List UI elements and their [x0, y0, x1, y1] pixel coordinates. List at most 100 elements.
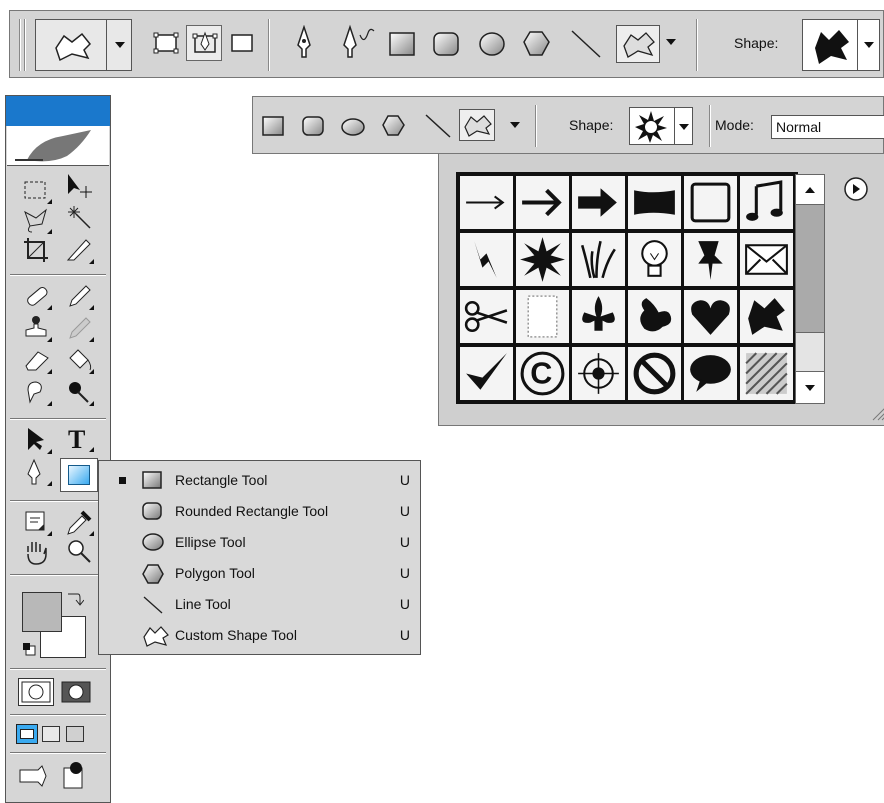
shape-picker-button[interactable] — [802, 19, 880, 71]
polygon-icon[interactable] — [522, 30, 552, 58]
shape-swatch-blob[interactable] — [740, 290, 793, 343]
default-colors-icon[interactable] — [22, 642, 36, 656]
menu-item-rounded-rectangle[interactable]: Rounded Rectangle Tool U — [99, 496, 420, 527]
standard-screen-mode-button[interactable] — [16, 724, 38, 744]
crop-tool[interactable] — [22, 236, 52, 264]
ellipse-icon[interactable] — [341, 117, 367, 137]
paint-bucket-tool[interactable] — [64, 346, 94, 374]
scroll-thumb[interactable] — [796, 205, 824, 333]
full-screen-menu-mode-button[interactable] — [42, 726, 60, 742]
full-screen-mode-button[interactable] — [66, 726, 84, 742]
custom-shape-button[interactable] — [616, 25, 660, 63]
rounded-rectangle-icon[interactable] — [301, 115, 327, 137]
scroll-down-button[interactable] — [796, 371, 824, 403]
tool-preset-picker[interactable] — [35, 19, 132, 71]
toolbox-divider — [10, 668, 106, 670]
clone-stamp-tool[interactable] — [22, 314, 52, 342]
lightning-icon — [460, 233, 513, 286]
shape-swatch-no-symbol[interactable] — [628, 347, 681, 400]
chevron-down-icon[interactable] — [509, 121, 521, 129]
shape-swatch-arrow-bold[interactable] — [572, 176, 625, 229]
menu-item-ellipse[interactable]: Ellipse Tool U — [99, 527, 420, 558]
healing-brush-tool[interactable] — [22, 282, 52, 310]
fill-pixels-icon[interactable] — [230, 33, 254, 53]
shape-picker-button[interactable] — [629, 107, 693, 145]
slice-tool[interactable] — [64, 236, 94, 264]
foreground-color-swatch[interactable] — [22, 592, 62, 632]
shape-swatch-lightbulb[interactable] — [628, 233, 681, 286]
eyedropper-tool[interactable] — [64, 508, 94, 536]
menu-item-custom-shape[interactable]: Custom Shape Tool U — [99, 620, 420, 651]
shape-swatch-hatched-square[interactable] — [740, 347, 793, 400]
scroll-up-button[interactable] — [796, 175, 824, 205]
pen-icon[interactable] — [292, 25, 316, 63]
shape-swatch-target[interactable] — [572, 347, 625, 400]
shape-swatch-starburst[interactable] — [514, 231, 571, 288]
shape-swatch-grass[interactable] — [572, 233, 625, 286]
shape-swatch-fleur-de-lis[interactable] — [572, 290, 625, 343]
pen-tool[interactable] — [22, 458, 52, 486]
menu-item-rectangle[interactable]: Rectangle Tool U — [99, 465, 420, 496]
line-icon[interactable] — [423, 111, 453, 141]
zoom-tool[interactable] — [64, 538, 94, 566]
panel-menu-icon[interactable] — [843, 176, 869, 202]
shape-layers-icon[interactable] — [152, 31, 180, 55]
resize-grip-icon[interactable] — [869, 404, 884, 422]
shape-swatch-stamp-frame[interactable] — [516, 290, 569, 343]
shape-swatch-heart[interactable] — [684, 290, 737, 343]
rectangle-icon[interactable] — [388, 31, 418, 57]
jump-to-imageready-icon[interactable] — [16, 760, 86, 794]
lasso-tool[interactable] — [22, 206, 52, 234]
shape-swatch-lightning[interactable] — [460, 233, 513, 286]
shape-swatch-banner[interactable] — [628, 176, 681, 229]
shape-swatch-envelope[interactable] — [740, 233, 793, 286]
polygon-icon[interactable] — [381, 114, 407, 138]
divider — [535, 105, 537, 147]
shape-swatch-scissors[interactable] — [460, 290, 513, 343]
line-icon[interactable] — [568, 27, 604, 61]
type-tool[interactable]: T — [64, 424, 94, 454]
menu-item-line[interactable]: Line Tool U — [99, 589, 420, 620]
move-tool[interactable] — [64, 172, 94, 200]
path-selection-tool[interactable] — [22, 426, 52, 454]
shape-swatch-ornament[interactable] — [628, 290, 681, 343]
chevron-down-icon[interactable] — [857, 20, 880, 70]
shape-swatch-pushpin[interactable] — [684, 233, 737, 286]
shape-swatch-checkmark[interactable] — [460, 347, 513, 400]
quick-mask-mode-button[interactable] — [60, 680, 92, 704]
shape-swatch-arrow-thin[interactable] — [460, 176, 513, 229]
toolbox-logo[interactable] — [7, 126, 109, 166]
chevron-down-icon[interactable] — [674, 108, 693, 144]
toolbox-title-bar[interactable] — [6, 96, 110, 126]
notes-tool[interactable] — [22, 508, 52, 536]
history-brush-tool[interactable] — [64, 314, 94, 342]
magic-wand-tool[interactable] — [64, 202, 94, 230]
marquee-tool[interactable] — [22, 176, 52, 204]
eraser-tool[interactable] — [22, 346, 52, 374]
chevron-down-icon[interactable] — [106, 20, 132, 70]
freeform-pen-icon[interactable] — [338, 23, 378, 63]
ellipse-icon[interactable] — [478, 31, 508, 57]
menu-item-polygon[interactable]: Polygon Tool U — [99, 558, 420, 589]
shape-swatch-speech-bubble[interactable] — [684, 347, 737, 400]
rectangle-icon[interactable] — [261, 115, 287, 137]
shape-swatch-arrow-medium[interactable] — [516, 176, 569, 229]
swap-colors-icon[interactable] — [66, 590, 84, 608]
brush-tool[interactable] — [64, 282, 94, 310]
toolbox-divider — [10, 500, 106, 502]
standard-mode-button[interactable] — [18, 678, 54, 706]
smudge-tool[interactable] — [22, 378, 52, 406]
shape-swatch-music-note[interactable] — [740, 176, 793, 229]
shape-swatch-frame[interactable] — [684, 176, 737, 229]
chevron-down-icon[interactable] — [664, 37, 678, 47]
dodge-tool[interactable] — [64, 378, 94, 406]
shape-swatch-copyright[interactable]: C — [516, 347, 569, 400]
custom-shape-button[interactable] — [459, 109, 495, 141]
shape-tool-active[interactable] — [60, 458, 98, 492]
options-bar-secondary: Shape: Mode: Normal — [252, 96, 884, 154]
hand-tool[interactable] — [22, 538, 52, 566]
picker-scrollbar[interactable] — [795, 174, 825, 404]
rounded-rectangle-icon[interactable] — [432, 31, 462, 57]
mode-select[interactable]: Normal — [771, 115, 884, 139]
paths-button[interactable] — [186, 25, 222, 61]
